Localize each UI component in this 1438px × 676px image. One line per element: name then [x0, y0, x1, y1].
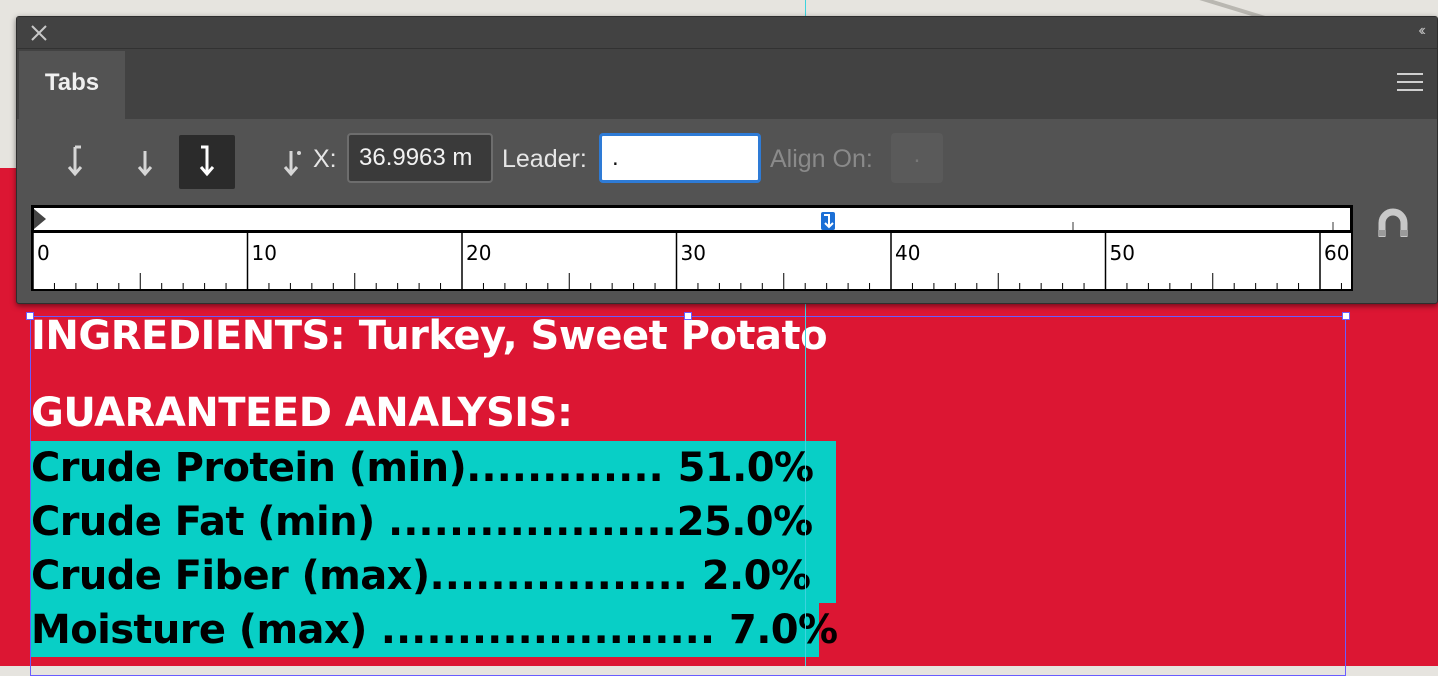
- tab-tabs[interactable]: Tabs: [19, 51, 125, 119]
- align-to-decimal-tab-icon: [283, 151, 301, 177]
- align-on-label: Align On:: [770, 145, 873, 173]
- right-tab-stop-marker[interactable]: [821, 212, 835, 230]
- analysis-row-fat[interactable]: Crude Fat (min) ...................25.0%: [31, 495, 813, 549]
- ruler-label: 20: [466, 241, 491, 265]
- frame-handle-top-right[interactable]: [1342, 312, 1350, 320]
- x-label: X:: [313, 145, 337, 173]
- ruler-scale: 0 10 20 30 40 50 60: [33, 233, 1349, 289]
- ruler-label: 40: [895, 241, 920, 265]
- row-leader: .................: [429, 553, 702, 599]
- tab-stop-bar[interactable]: [31, 205, 1353, 233]
- left-justified-tab-icon: [67, 145, 83, 177]
- default-tab-tick: [1072, 222, 1074, 230]
- analysis-row-protein[interactable]: Crude Protein (min)............. 51.0%: [31, 441, 814, 495]
- row-label: Crude Fiber (max): [31, 553, 430, 599]
- x-position-field[interactable]: 36.9963 m: [347, 133, 493, 183]
- align-to-decimal-tab-button[interactable]: [263, 135, 319, 189]
- analysis-heading[interactable]: GUARANTEED ANALYSIS:: [31, 390, 573, 436]
- left-justified-tab-button[interactable]: [47, 135, 103, 189]
- panel-tab-strip: Tabs: [17, 49, 1437, 119]
- ruler-label: 30: [681, 241, 706, 265]
- right-justified-tab-icon: [824, 214, 834, 229]
- ruler-label: 10: [252, 241, 277, 265]
- align-on-field: .: [891, 133, 943, 183]
- right-justified-tab-button[interactable]: [179, 135, 235, 189]
- close-icon[interactable]: [29, 23, 49, 43]
- ruler-label: 50: [1110, 241, 1135, 265]
- row-label: Crude Fat (min): [31, 499, 389, 545]
- row-leader: ...................: [388, 499, 677, 545]
- row-value: 51.0%: [677, 445, 814, 491]
- center-justified-tab-icon: [137, 151, 153, 177]
- collapse-panel-icon[interactable]: ‹‹: [1418, 22, 1425, 40]
- left-indent-marker[interactable]: [33, 208, 47, 230]
- row-label: Crude Protein (min): [31, 445, 467, 491]
- panel-titlebar[interactable]: ‹‹: [17, 17, 1437, 49]
- analysis-row-moisture[interactable]: Moisture (max) ...................... 7.…: [31, 603, 838, 657]
- right-justified-tab-icon: [199, 145, 215, 177]
- row-value: 25.0%: [676, 499, 813, 545]
- center-justified-tab-button[interactable]: [117, 135, 173, 189]
- row-leader: .............: [466, 445, 678, 491]
- leader-field[interactable]: .: [599, 133, 761, 183]
- ingredients-line[interactable]: INGREDIENTS: Turkey, Sweet Potato: [31, 313, 828, 359]
- tab-ruler[interactable]: 0 10 20 30 40 50 60: [31, 233, 1353, 291]
- row-label: Moisture (max): [31, 607, 367, 653]
- leader-label: Leader:: [502, 145, 587, 173]
- panel-menu-icon[interactable]: [1397, 73, 1423, 93]
- row-leader: ......................: [366, 607, 729, 653]
- tabs-panel: ‹‹ Tabs X: 36.9963 m Leader: . Align On:…: [16, 16, 1438, 304]
- position-panel-above-frame-icon[interactable]: [1377, 207, 1409, 241]
- ruler-label: 60: [1324, 241, 1349, 265]
- ruler-label: 0: [37, 241, 50, 265]
- row-value: 7.0%: [728, 607, 838, 653]
- default-tab-tick: [1332, 222, 1334, 230]
- analysis-row-fiber[interactable]: Crude Fiber (max)................. 2.0%: [31, 549, 811, 603]
- row-value: 2.0%: [701, 553, 811, 599]
